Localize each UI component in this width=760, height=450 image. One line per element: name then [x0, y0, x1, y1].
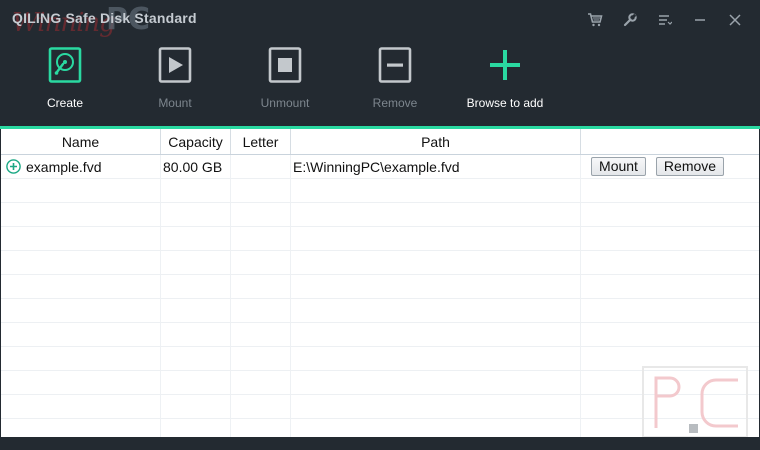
wrench-icon[interactable]	[612, 8, 647, 32]
table-row	[1, 227, 759, 251]
row-remove-button[interactable]: Remove	[656, 157, 724, 176]
table-row	[1, 179, 759, 203]
column-header-actions	[581, 129, 759, 154]
close-icon[interactable]	[717, 8, 752, 32]
title-bar: Winning PC QILING Safe Disk Standard	[0, 0, 760, 38]
table-row	[1, 323, 759, 347]
remove-label: Remove	[372, 96, 418, 110]
pc-watermark-logo	[642, 366, 748, 438]
cell-actions: Mount Remove	[581, 155, 759, 178]
play-icon	[157, 46, 193, 84]
expand-icon[interactable]	[6, 159, 21, 174]
cell-path: E:\WinningPC\example.fvd	[291, 155, 581, 178]
stop-icon	[267, 46, 303, 84]
browse-label: Browse to add	[466, 96, 544, 110]
window-controls	[577, 8, 752, 32]
app-title: QILING Safe Disk Standard	[12, 10, 197, 26]
mount-label: Mount	[158, 96, 192, 110]
cell-letter	[231, 155, 291, 178]
column-header-letter[interactable]: Letter	[231, 129, 291, 154]
toolbar: Create Mount Unmount Remove Browse to ad…	[0, 38, 760, 126]
unmount-toolbar-button[interactable]: Unmount	[230, 46, 340, 116]
row-mount-button[interactable]: Mount	[591, 157, 646, 176]
cell-capacity: 80.00 GB	[161, 155, 231, 178]
minimize-icon[interactable]	[682, 8, 717, 32]
table-row	[1, 203, 759, 227]
cell-name: example.fvd	[1, 155, 161, 178]
table-row[interactable]: example.fvd 80.00 GB E:\WinningPC\exampl…	[1, 155, 759, 179]
plus-icon	[487, 46, 523, 84]
table-row	[1, 275, 759, 299]
disk-create-icon	[47, 46, 83, 84]
table-header: Name Capacity Letter Path	[1, 129, 759, 155]
mount-toolbar-button[interactable]: Mount	[120, 46, 230, 116]
menu-icon[interactable]	[647, 8, 682, 32]
column-header-path[interactable]: Path	[291, 129, 581, 154]
column-header-capacity[interactable]: Capacity	[161, 129, 231, 154]
table-row	[1, 299, 759, 323]
unmount-label: Unmount	[260, 96, 310, 110]
cart-icon[interactable]	[577, 8, 612, 32]
table-row	[1, 251, 759, 275]
create-button[interactable]: Create	[10, 46, 120, 116]
minus-icon	[377, 46, 413, 84]
create-label: Create	[46, 96, 84, 110]
status-bar	[0, 437, 760, 450]
remove-toolbar-button[interactable]: Remove	[340, 46, 450, 116]
browse-to-add-button[interactable]: Browse to add	[450, 46, 560, 116]
disk-name: example.fvd	[26, 159, 102, 175]
column-header-name[interactable]: Name	[1, 129, 161, 154]
